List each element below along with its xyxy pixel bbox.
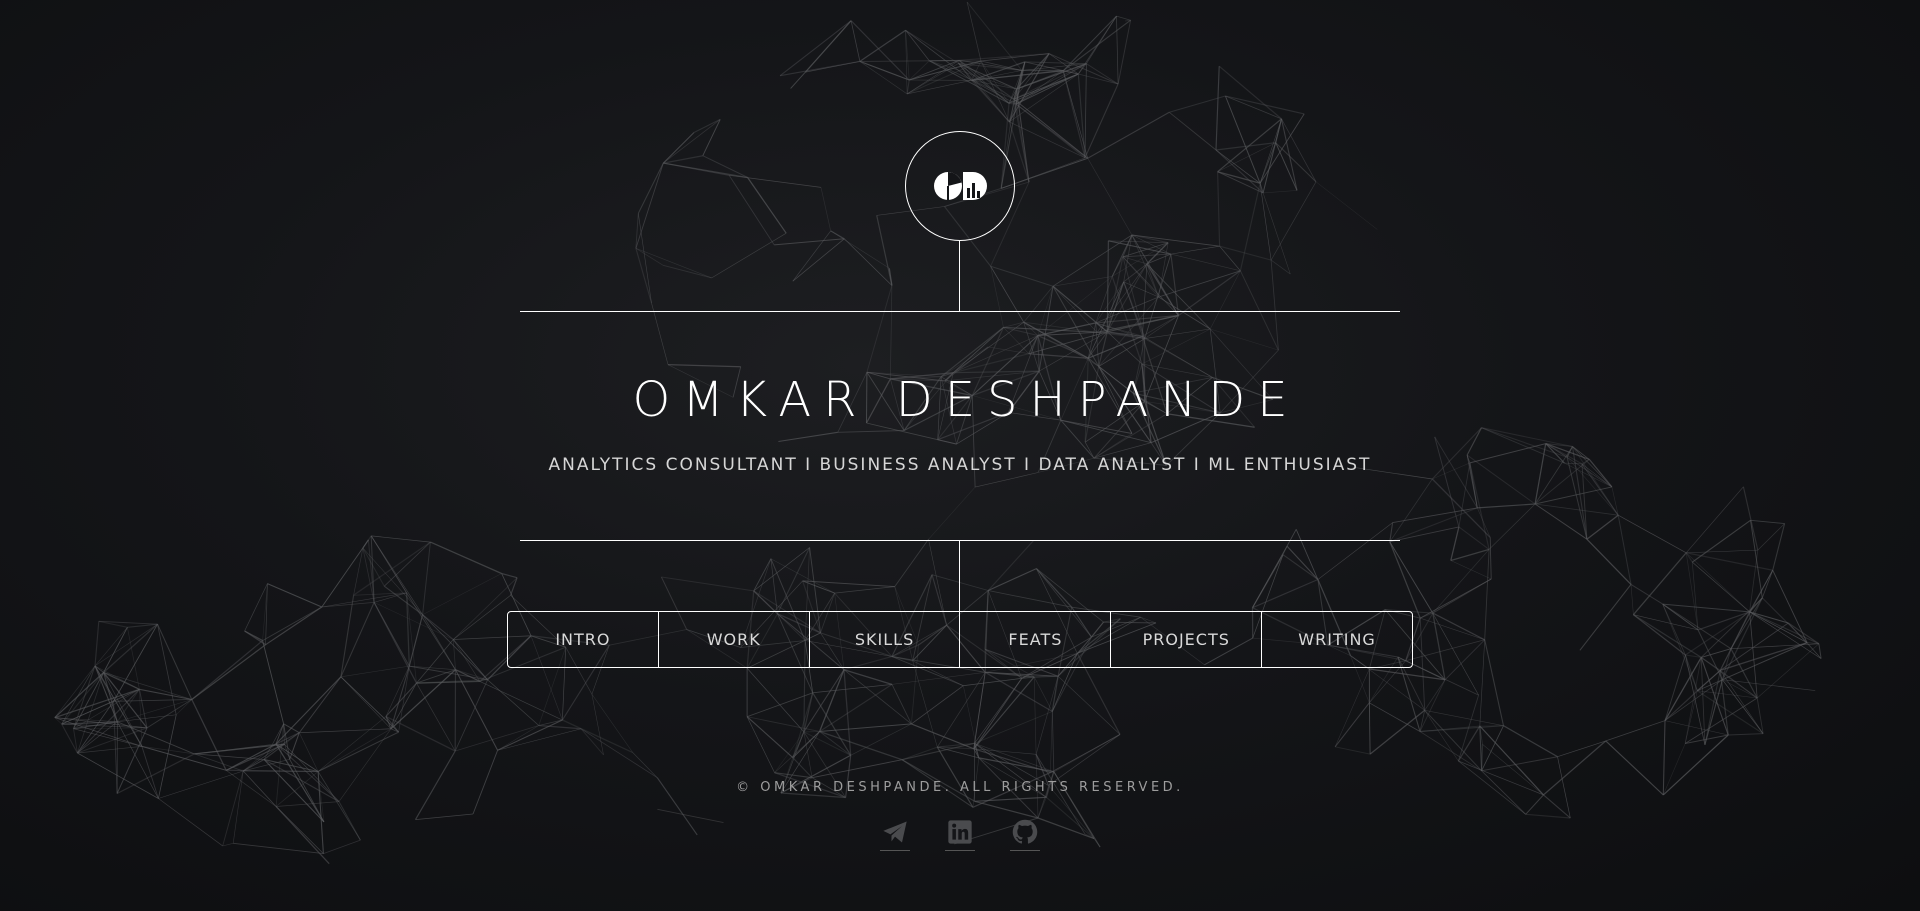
telegram-link[interactable] <box>880 818 910 852</box>
nav-skills[interactable]: SKILLS <box>810 612 961 667</box>
github-link[interactable] <box>1010 818 1040 852</box>
tagline: ANALYTICS CONSULTANT I BUSINESS ANALYST … <box>548 455 1372 475</box>
main-nav: INTRO WORK SKILLS FEATS PROJECTS WRITING <box>507 611 1413 668</box>
od-logo-icon <box>934 172 987 200</box>
nav-intro[interactable]: INTRO <box>508 612 659 667</box>
linkedin-icon <box>948 820 972 844</box>
nav-feats[interactable]: FEATS <box>960 612 1112 667</box>
social-links <box>880 818 1040 858</box>
page-title: OMKAR DESHPANDE <box>632 372 1300 428</box>
divider-bottom <box>520 540 1400 541</box>
divider-top <box>520 311 1400 312</box>
nav-work[interactable]: WORK <box>659 612 810 667</box>
site-logo[interactable] <box>905 131 1015 241</box>
connector-bottom <box>959 540 960 611</box>
linkedin-link[interactable] <box>945 818 975 852</box>
page-container: OMKAR DESHPANDE ANALYTICS CONSULTANT I B… <box>0 0 1920 911</box>
nav-projects[interactable]: PROJECTS <box>1111 612 1263 667</box>
nav-writing[interactable]: WRITING <box>1262 612 1412 667</box>
github-icon <box>1012 819 1038 844</box>
connector-top <box>959 241 960 311</box>
copyright-text: © OMKAR DESHPANDE. ALL RIGHTS RESERVED. <box>736 780 1184 795</box>
paper-plane-icon <box>883 821 907 843</box>
